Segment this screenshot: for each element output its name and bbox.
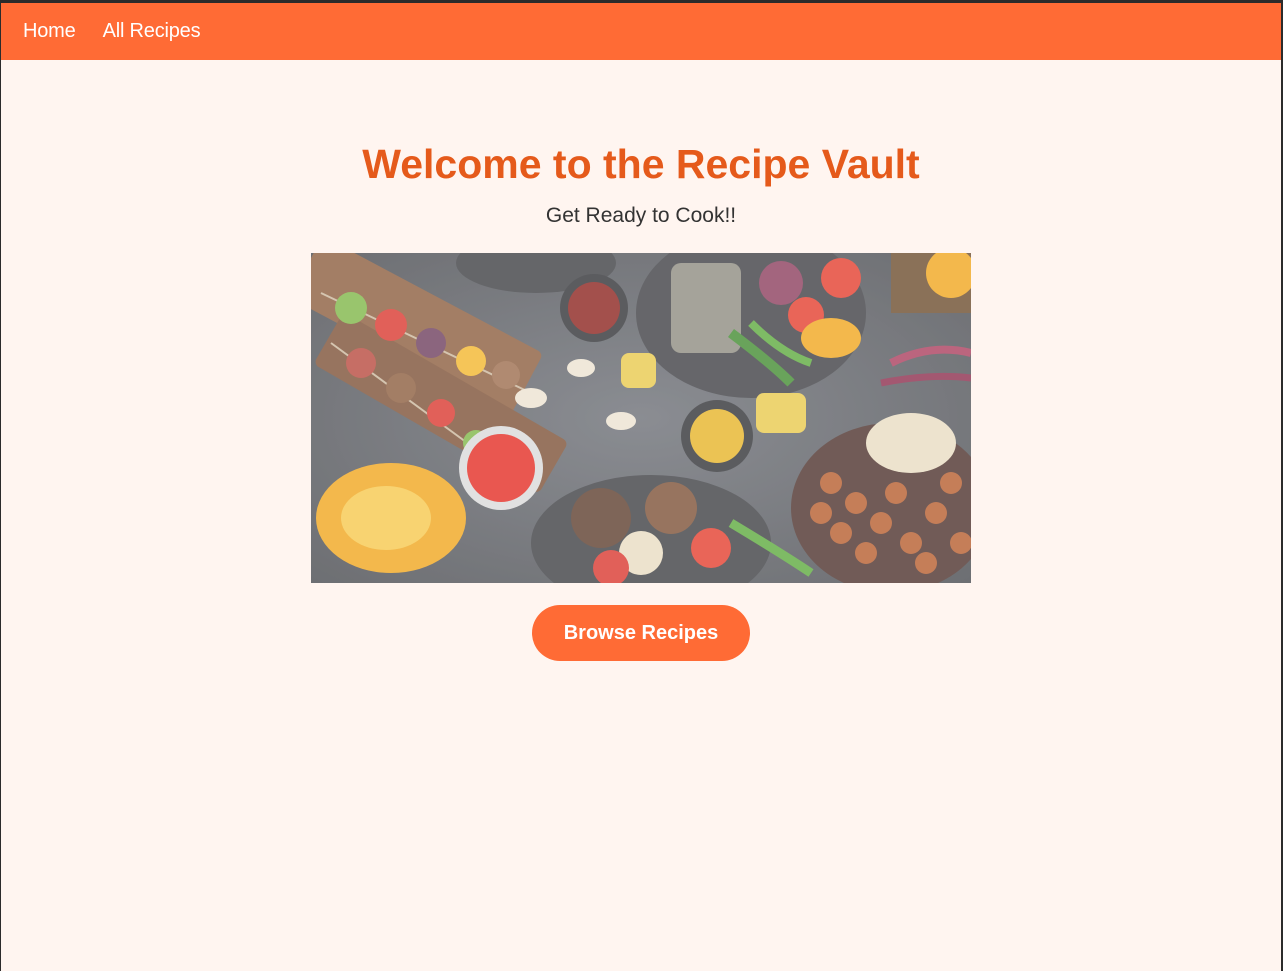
hero-food-image	[311, 253, 971, 584]
browse-recipes-button[interactable]: Browse Recipes	[532, 605, 750, 662]
nav-link-all-recipes[interactable]: All Recipes	[103, 20, 201, 43]
page-subtitle: Get Ready to Cook!!	[545, 204, 737, 228]
browser-viewport: Home All Recipes Welcome to the Recipe V…	[1, 3, 1281, 971]
page-title: Welcome to the Recipe Vault	[362, 141, 920, 187]
top-navbar: Home All Recipes	[1, 3, 1281, 60]
hero-section: Welcome to the Recipe Vault Get Ready to…	[1, 60, 1281, 662]
nav-link-home[interactable]: Home	[23, 20, 76, 43]
image-overlay	[311, 253, 971, 584]
